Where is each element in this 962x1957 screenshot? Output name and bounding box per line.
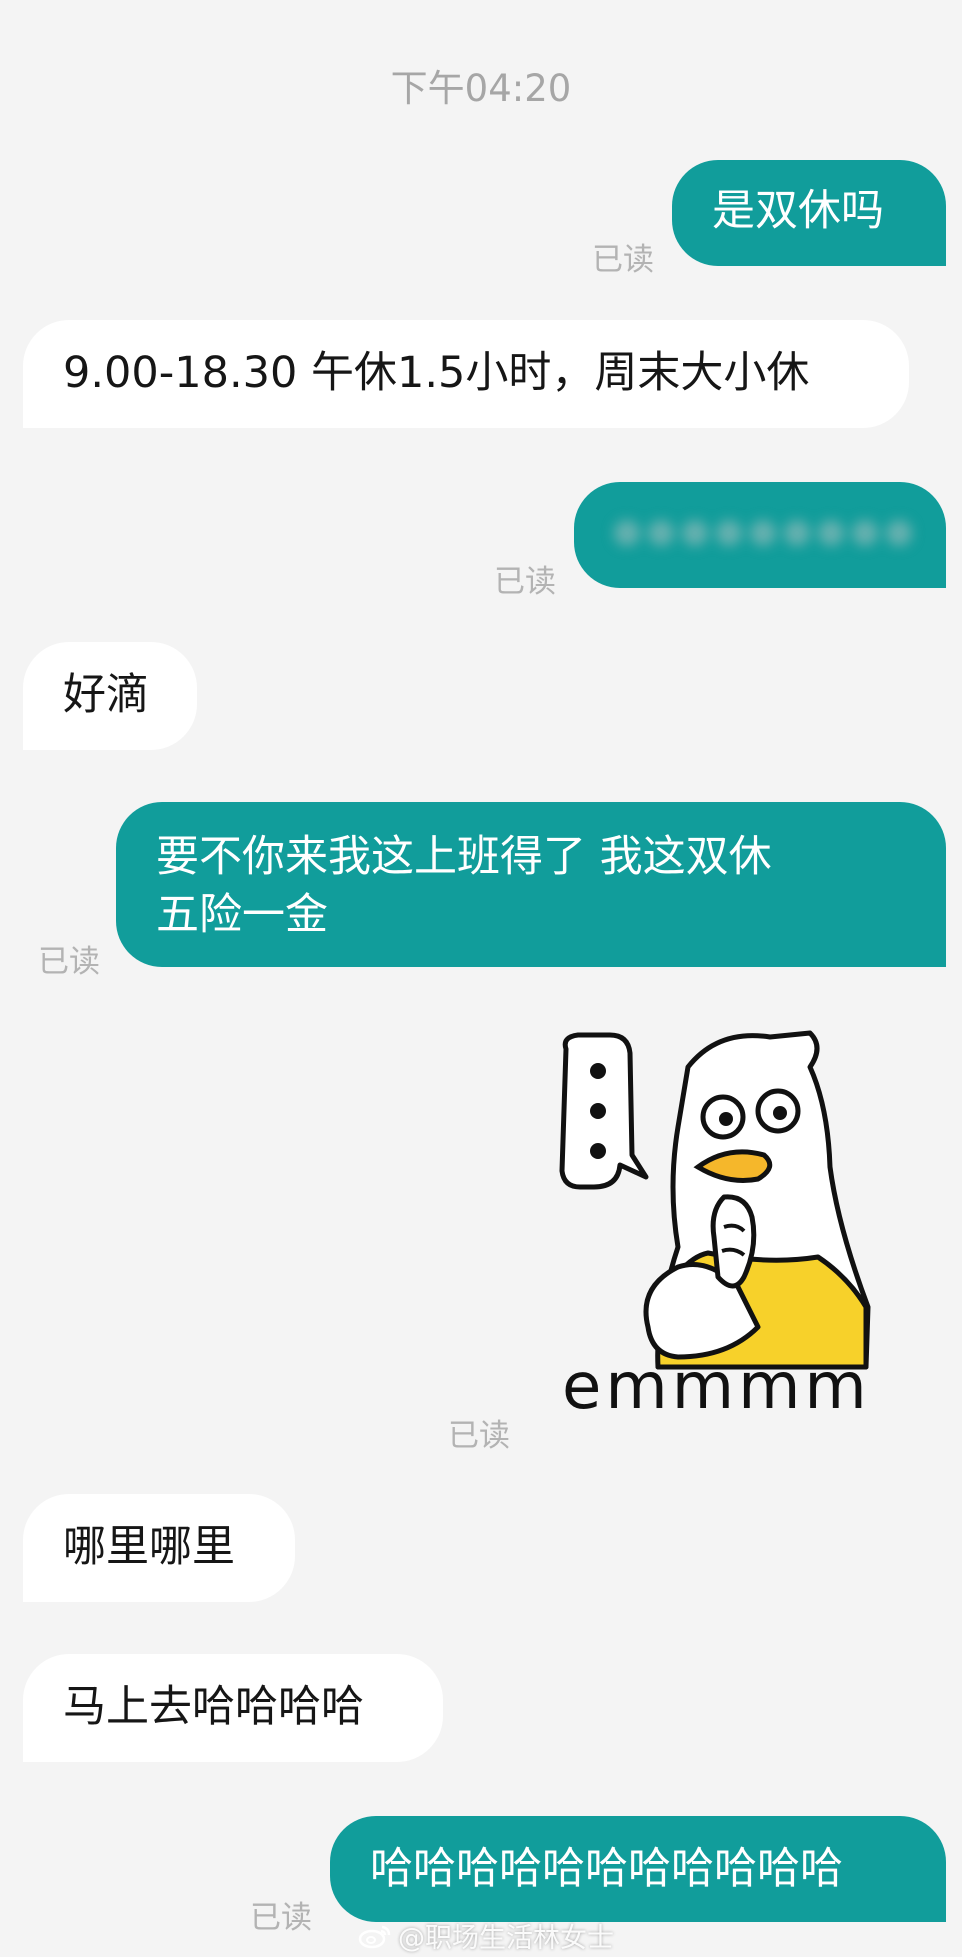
outgoing-message-bubble-blurred[interactable] (574, 482, 946, 588)
message-text: 是双休吗 (712, 186, 884, 236)
chat-timestamp: 下午04:20 (390, 67, 572, 110)
message-text: 9.00-18.30 午休1.5小时，周末大小休 (63, 348, 810, 398)
outgoing-message-bubble[interactable]: 哈哈哈哈哈哈哈哈哈哈哈 (330, 1816, 946, 1922)
message-text: 好滴 (63, 670, 149, 720)
read-receipt: 已读 (38, 944, 100, 980)
watermark: @职场生活林女士 (358, 1916, 614, 1955)
incoming-message-bubble[interactable]: 哪里哪里 (23, 1494, 295, 1602)
incoming-message-bubble[interactable]: 马上去哈哈哈哈 (23, 1654, 443, 1762)
read-receipt: 已读 (250, 1900, 312, 1936)
message-text: 哈哈哈哈哈哈哈哈哈哈哈 (370, 1844, 843, 1894)
outgoing-message-bubble[interactable]: 要不你来我这上班得了 我这双休 五险一金 (116, 802, 946, 967)
weibo-icon (358, 1925, 391, 1948)
message-text: 马上去哈哈哈哈 (63, 1682, 364, 1732)
read-receipt: 已读 (448, 1418, 510, 1454)
message-text: 哪里哪里 (63, 1522, 235, 1572)
read-receipt: 已读 (592, 242, 654, 278)
outgoing-message-bubble[interactable]: 是双休吗 (672, 160, 946, 266)
message-text-line: 要不你来我这上班得了 我这双休 (156, 832, 772, 882)
blurred-message-content (614, 520, 912, 546)
incoming-message-bubble[interactable]: 好滴 (23, 642, 197, 750)
read-receipt: 已读 (494, 564, 556, 600)
incoming-message-bubble[interactable]: 9.00-18.30 午休1.5小时，周末大小休 (23, 320, 909, 428)
sticker-caption: emmmm (562, 1350, 871, 1424)
message-text-line: 五险一金 (156, 890, 328, 940)
watermark-text: @职场生活林女士 (398, 1923, 614, 1954)
